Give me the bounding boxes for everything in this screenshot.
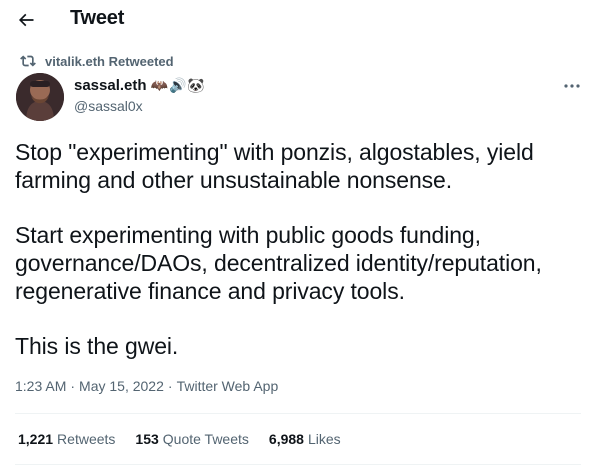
likes-stat[interactable]: 6,988 Likes: [269, 431, 341, 447]
retweets-label: Retweets: [57, 431, 116, 447]
retweets-count: 1,221: [18, 431, 54, 447]
tweet-line: governance/DAOs, decentralized identity/…: [15, 250, 542, 276]
meta-separator: ·: [70, 378, 76, 394]
ellipsis-icon: [563, 83, 581, 89]
panda-icon: 🐼: [187, 77, 205, 93]
display-name[interactable]: sassal.eth: [74, 77, 147, 94]
author-handle[interactable]: @sassal0x: [74, 98, 143, 114]
likes-label: Likes: [307, 431, 341, 447]
header: Tweet: [0, 0, 598, 40]
speaker-icon: 🔊: [168, 77, 187, 93]
tweet-meta: 1:23 AM · May 15, 2022 · Twitter Web App: [15, 378, 278, 394]
arrow-left-icon: [16, 10, 36, 30]
quote-tweets-label: Quote Tweets: [162, 431, 249, 447]
retweet-context: vitalik.eth Retweeted: [20, 53, 174, 69]
tweet-line: Start experimenting with public goods fu…: [15, 222, 481, 248]
tweet-stats: 1,221 Retweets 153 Quote Tweets 6,988 Li…: [18, 431, 341, 447]
divider: [15, 413, 581, 414]
quote-tweets-stat[interactable]: 153 Quote Tweets: [135, 431, 249, 447]
quote-tweets-count: 153: [135, 431, 159, 447]
likes-count: 6,988: [268, 431, 304, 447]
more-options-button[interactable]: [560, 78, 584, 94]
tweet-text: Stop "experimenting" with ponzis, algost…: [15, 138, 585, 360]
meta-separator: ·: [167, 378, 173, 394]
tweet-line: farming and other unsustainable nonsense…: [15, 167, 453, 193]
author-name-row[interactable]: sassal.eth 🦇 🔊 🐼: [74, 77, 205, 94]
bat-icon: 🦇: [150, 77, 168, 93]
tweet-time-link[interactable]: 1:23 AM: [15, 378, 66, 394]
name-emojis: 🦇 🔊 🐼: [151, 77, 205, 94]
page-title: Tweet: [70, 7, 125, 29]
retweets-stat[interactable]: 1,221 Retweets: [18, 431, 115, 447]
tweet-source-link[interactable]: Twitter Web App: [177, 378, 279, 394]
retweet-context-text[interactable]: vitalik.eth Retweeted: [45, 54, 174, 69]
back-button[interactable]: [10, 4, 42, 36]
tweet-line: This is the gwei.: [15, 333, 179, 359]
divider: [15, 464, 581, 465]
tweet-line: regenerative finance and privacy tools.: [15, 278, 405, 304]
tweet-line: Stop "experimenting" with ponzis, algost…: [15, 139, 534, 165]
retweet-icon: [20, 53, 36, 69]
tweet-date-link[interactable]: May 15, 2022: [79, 378, 164, 394]
avatar[interactable]: [16, 73, 64, 121]
